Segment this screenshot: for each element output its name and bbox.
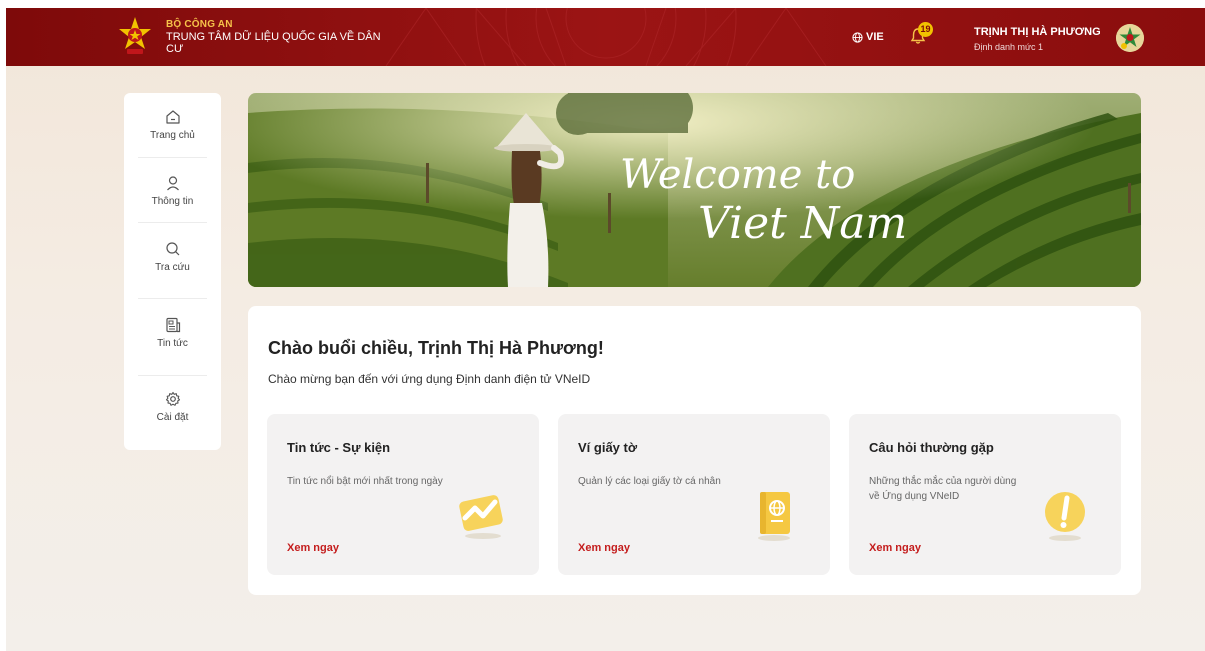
view-now-link[interactable]: Xem ngay [578,542,630,554]
exclamation-icon [1045,492,1085,541]
view-now-link[interactable]: Xem ngay [287,542,339,554]
feature-title: Câu hỏi thường gặp [869,440,994,455]
user-level: Định danh mức 1 [974,42,1044,52]
home-icon [165,110,180,124]
sidebar-item-news[interactable]: Tin tức [124,317,221,381]
gear-icon [165,391,180,406]
welcome-card: Chào buổi chiều, Trịnh Thị Hà Phương! Ch… [248,306,1141,595]
feature-card-faq[interactable]: Câu hỏi thường gặp Những thắc mắc của ng… [849,414,1121,575]
sidebar: Trang chủ Thông tin Tra cứu Tin tức Cài … [124,93,221,450]
sidebar-divider [138,298,207,299]
sidebar-item-label: Thông tin [151,196,194,207]
tea-field-photo: Welcome to Viet Nam [248,93,1141,287]
app-window: BỘ CÔNG AN TRUNG TÂM DỮ LIỆU QUỐC GIA VỀ… [6,8,1205,651]
sidebar-item-label: Cài đặt [156,412,189,423]
center-name: TRUNG TÂM DỮ LIỆU QUỐC GIA VỀ DÂN CƯ [166,31,381,55]
ministry-name: BỘ CÔNG AN [166,19,233,30]
view-now-link[interactable]: Xem ngay [869,542,921,554]
sidebar-item-label: Trang chủ [150,130,195,141]
feature-title: Ví giấy tờ [578,440,638,455]
user-icon [166,176,179,191]
banner-line1: Welcome to [620,152,855,198]
search-icon [165,242,179,256]
avatar-emblem-icon [1116,24,1144,52]
sidebar-item-settings[interactable]: Cài đặt [124,391,221,455]
language-label: VIE [866,31,884,43]
passport-icon [758,492,790,541]
greeting-title: Chào buổi chiều, Trịnh Thị Hà Phương! [268,338,604,358]
top-header: BỘ CÔNG AN TRUNG TÂM DỮ LIỆU QUỐC GIA VỀ… [6,8,1205,66]
globe-icon [852,31,863,43]
police-emblem-logo [119,17,151,54]
banner-line2: Viet Nam [698,198,907,249]
feature-card-news[interactable]: Tin tức - Sự kiện Tin tức nổi bật mới nh… [267,414,539,575]
notification-badge: 19 [918,22,933,37]
sidebar-divider [138,375,207,376]
sidebar-item-info[interactable]: Thông tin [124,175,221,239]
feature-description: Quản lý các loại giấy tờ cá nhân [578,476,721,487]
language-switcher[interactable]: VIE [852,31,884,43]
sidebar-item-label: Tra cứu [155,262,190,273]
sidebar-divider [138,157,207,158]
feature-card-wallet[interactable]: Ví giấy tờ Quản lý các loại giấy tờ cá n… [558,414,830,575]
sidebar-item-home[interactable]: Trang chủ [124,109,221,173]
feature-description: Những thắc mắc của người dùng về Ứng dụn… [869,476,1017,502]
greeting-subtitle: Chào mừng bạn đến với ứng dụng Định danh… [268,372,591,386]
sidebar-item-lookup[interactable]: Tra cứu [124,241,221,305]
feature-description: Tin tức nổi bật mới nhất trong ngày [287,476,443,487]
news-icon [165,317,180,333]
feature-title: Tin tức - Sự kiện [287,440,391,455]
sidebar-item-label: Tin tức [157,338,188,349]
user-name[interactable]: TRỊNH THỊ HÀ PHƯƠNG [974,26,1101,38]
chart-icon [459,495,503,539]
avatar[interactable] [1116,24,1144,52]
welcome-banner: Welcome to Viet Nam [248,93,1141,287]
sidebar-divider [138,222,207,223]
